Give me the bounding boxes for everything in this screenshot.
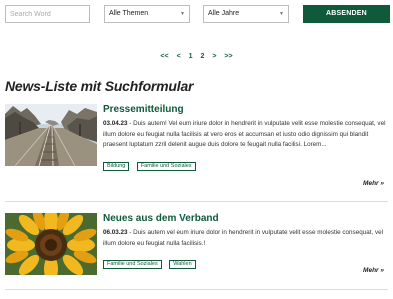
pagination-prev[interactable]: < [177,53,181,60]
news-tags: Bildung Familie und Soziales [103,154,387,171]
news-tags: Familie und Soziales Wahlen [103,252,387,270]
news-text: - Duis autem! Vel eum iriure dolor in he… [103,120,386,149]
more-link[interactable]: Mehr » [363,267,384,274]
themes-select[interactable]: Alle Themen ▼ [104,5,190,23]
news-date: 06.03.23 [103,229,128,236]
news-text: - Duis autem vel eum iriure dolor in hen… [103,229,384,247]
news-item: Neues aus dem Verband 06.03.23 - Duis au… [5,213,388,293]
news-title[interactable]: Neues aus dem Verband [103,213,387,225]
divider [5,289,388,290]
themes-select-value: Alle Themen [109,10,149,17]
years-select[interactable]: Alle Jahre ▼ [203,5,289,23]
news-content: Pressemitteilung 03.04.23 - Duis autem! … [103,104,387,171]
news-date: 03.04.23 [103,120,128,127]
tag-familie-und-soziales[interactable]: Familie und Soziales [103,260,162,270]
pagination: << < 1 2 > >> [0,53,393,60]
tag-familie-und-soziales[interactable]: Familie und Soziales [136,161,196,171]
pagination-page-1[interactable]: 1 [189,53,193,60]
pagination-last[interactable]: >> [224,53,232,60]
pagination-first[interactable]: << [160,53,168,60]
news-title[interactable]: Pressemitteilung [103,104,387,116]
search-filter-bar: Alle Themen ▼ Alle Jahre ▼ ABSENDEN [5,5,390,23]
tag-bildung[interactable]: Bildung [103,161,130,171]
news-content: Neues aus dem Verband 06.03.23 - Duis au… [103,213,387,270]
years-select-value: Alle Jahre [208,10,240,17]
search-input[interactable] [5,5,90,23]
sunflower-photo [5,213,97,275]
chevron-down-icon: ▼ [180,11,185,17]
divider [5,201,388,202]
news-item: Pressemitteilung 03.04.23 - Duis autem! … [5,104,388,201]
more-link[interactable]: Mehr » [363,180,384,187]
chevron-down-icon: ▼ [279,11,284,17]
submit-button[interactable]: ABSENDEN [303,5,390,23]
page-title: News-Liste mit Suchformular [5,78,194,94]
pagination-next[interactable]: > [212,53,216,60]
news-image-sunflower[interactable] [5,213,97,275]
news-image-railway[interactable] [5,104,97,166]
tag-wahlen[interactable]: Wahlen [169,260,196,270]
news-teaser: 03.04.23 - Duis autem! Vel eum iriure do… [103,119,387,151]
news-teaser: 06.03.23 - Duis autem vel eum iriure dol… [103,228,387,249]
pagination-page-2[interactable]: 2 [200,53,204,60]
railway-tracks-photo [5,104,97,166]
